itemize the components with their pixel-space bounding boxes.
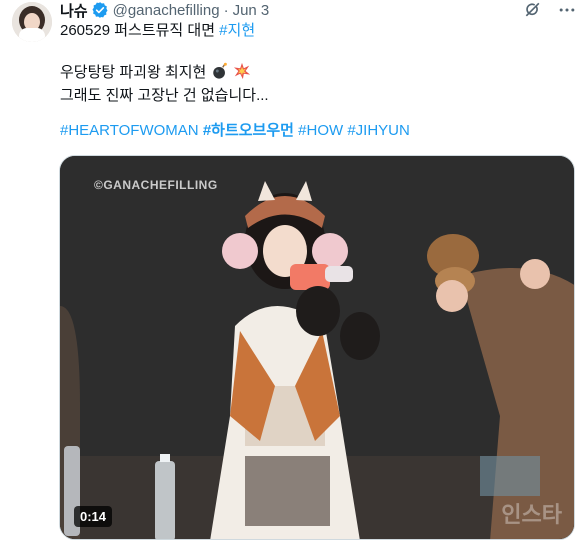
video-duration-badge: 0:14 [74,506,113,527]
hashtag-how[interactable]: #HOW [298,122,343,139]
video-corner-logo: 인스타 [501,502,562,527]
tweet-text-line-1: 260529 퍼스트뮤직 대면 #지현 [60,21,575,41]
tweet-text-line-2: 우당탕탕 파괴왕 최지현 [60,62,575,86]
author-handle[interactable]: @ganachefilling [113,2,220,19]
hashtag-heartofwoman[interactable]: #HEARTOFWOMAN [60,122,199,139]
video-frame [60,156,574,539]
more-icon[interactable] [557,0,577,20]
tweet-text: 260529 퍼스트뮤직 대면 [60,22,220,39]
verified-badge-icon [91,1,109,19]
tweet-header: 나슈 @ganachefilling · Jun 3 [60,0,269,20]
hashtag-row: #HEARTOFWOMAN #하트오브우먼 #HOW #JIHYUN [60,121,575,141]
video-player[interactable]: ©GANACHEFILLING 0:14 인스타 [59,155,575,540]
grok-icon[interactable] [523,0,543,20]
tweet-top-actions [523,0,577,20]
hashtag-heartofwoman-korean[interactable]: #하트오브우먼 [203,122,294,139]
avatar[interactable] [12,2,52,42]
separator-dot: · [223,1,229,19]
hashtag-link[interactable]: #지현 [219,22,255,39]
author-name[interactable]: 나슈 [60,0,88,21]
bomb-icon [211,62,229,86]
tweet-text-paragraph: 우당탕탕 파괴왕 최지현 그래도 진짜 고장난 건 없습니다... [60,62,575,106]
hashtag-jihyun[interactable]: #JIHYUN [347,122,410,139]
collision-icon [233,62,251,86]
video-watermark: ©GANACHEFILLING [94,178,218,192]
tweet-text: 우당탕탕 파괴왕 최지현 [60,64,207,81]
tweet-date[interactable]: Jun 3 [233,2,270,19]
tweet: 나슈 @ganachefilling · Jun 3 260529 퍼스트뮤직 … [0,0,587,545]
tweet-text-line-3: 그래도 진짜 고장난 건 없습니다... [60,87,269,104]
